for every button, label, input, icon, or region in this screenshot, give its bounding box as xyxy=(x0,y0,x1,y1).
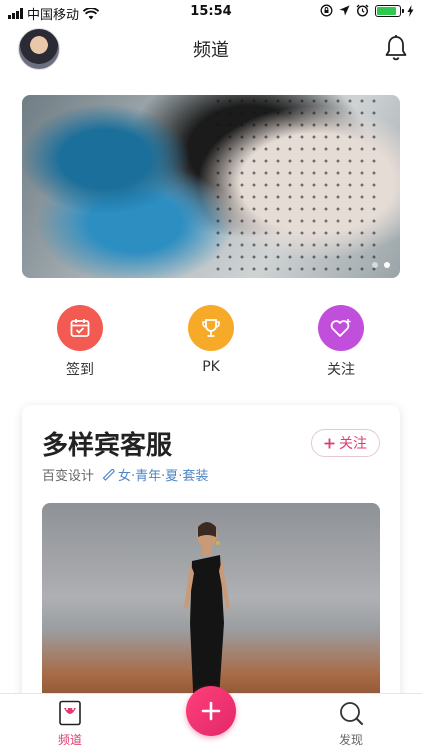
search-icon xyxy=(340,702,363,725)
tab-bar: 频道 发现 xyxy=(0,686,422,751)
tag-icon xyxy=(102,469,115,481)
page-title: 频道 xyxy=(193,40,229,61)
follow-circle[interactable] xyxy=(318,305,364,351)
card-title: 多样宾客服 xyxy=(42,431,173,461)
follow-button-label: 关注 xyxy=(339,436,367,452)
charging-icon xyxy=(407,4,414,17)
channel-tab-icon xyxy=(59,700,81,726)
tab-channel-label: 频道 xyxy=(57,733,82,747)
plus-icon xyxy=(201,701,221,721)
tab-channel[interactable]: 频道 xyxy=(30,700,110,748)
checkin-label: 签到 xyxy=(66,362,94,378)
channel-card[interactable]: 多样宾客服 关注 百变设计 女·青年·夏·套装 xyxy=(22,405,400,705)
checkin-circle[interactable] xyxy=(57,305,103,351)
app-header: 频道 xyxy=(0,24,422,74)
banner-carousel[interactable] xyxy=(22,95,400,278)
follow-label: 关注 xyxy=(327,362,355,378)
model-figure xyxy=(184,522,230,705)
carousel-dot[interactable] xyxy=(372,262,378,268)
bell-icon[interactable] xyxy=(384,34,408,62)
pk-action[interactable]: PK xyxy=(171,305,251,375)
carousel-dots xyxy=(372,262,390,268)
tab-discover[interactable]: 发现 xyxy=(311,700,391,748)
location-icon xyxy=(339,5,350,16)
card-meta: 百变设计 女·青年·夏·套装 xyxy=(42,465,208,484)
pk-label: PK xyxy=(202,359,220,375)
create-button[interactable] xyxy=(186,686,236,736)
calendar-check-icon xyxy=(70,319,90,337)
card-source: 百变设计 xyxy=(42,469,95,484)
pk-circle[interactable] xyxy=(188,305,234,351)
card-tags[interactable]: 女·青年·夏·套装 xyxy=(102,465,208,484)
card-tags-text: 女·青年·夏·套装 xyxy=(118,469,209,484)
follow-action[interactable]: 关注 xyxy=(301,305,381,379)
banner-image xyxy=(212,95,382,278)
quick-actions: 签到 PK 关注 xyxy=(0,305,422,385)
status-bar: 中国移动 15:54 xyxy=(0,0,422,24)
alarm-icon xyxy=(356,4,369,17)
trophy-icon xyxy=(202,319,220,337)
heart-plus-icon xyxy=(330,319,351,337)
checkin-action[interactable]: 签到 xyxy=(40,305,120,379)
plus-icon xyxy=(324,438,335,448)
battery-icon xyxy=(375,4,404,17)
status-right xyxy=(320,4,414,17)
rotation-lock-icon xyxy=(320,4,333,17)
carousel-dot-active[interactable] xyxy=(384,262,390,268)
card-photo[interactable] xyxy=(42,503,380,705)
tab-discover-label: 发现 xyxy=(338,733,363,747)
follow-button[interactable]: 关注 xyxy=(311,429,380,457)
